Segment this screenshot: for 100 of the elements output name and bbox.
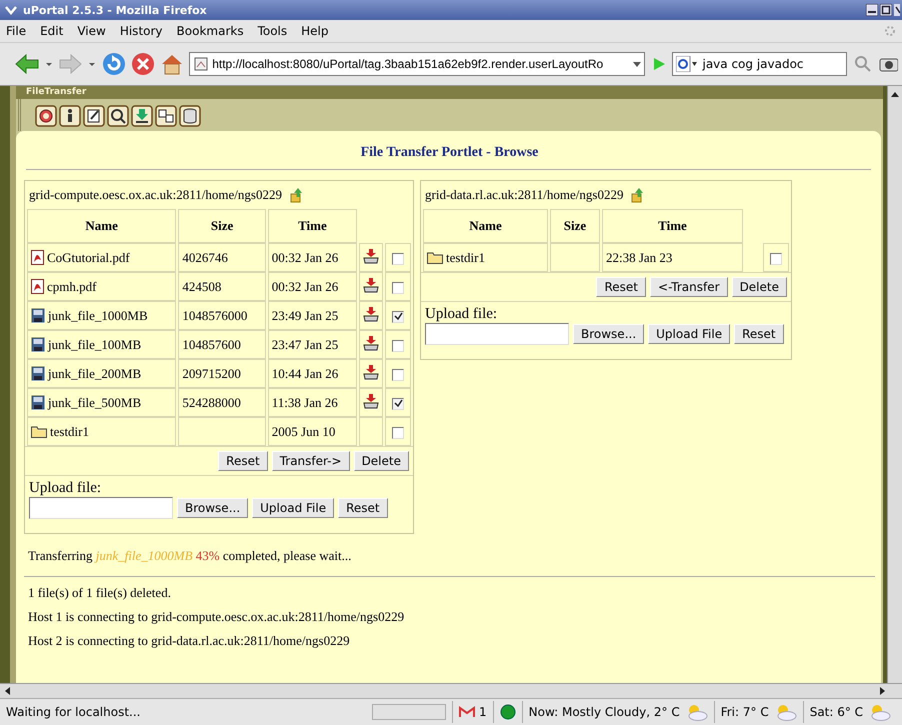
progress-message: Transferring junk_file_1000MB 43% completed, please wait...	[28, 548, 352, 564]
folder-icon	[427, 251, 443, 264]
log-message: Host 2 is connecting to grid-data.rl.ac.uk:2811/home/ngs0229	[28, 633, 351, 649]
menu-item[interactable]: Help	[301, 24, 328, 38]
file-name-cell[interactable]: junk_file_500MB	[27, 388, 176, 417]
time-cell: 00:32 Jan 26	[268, 243, 357, 272]
checkbox[interactable]	[392, 340, 404, 352]
menu-item[interactable]: History	[120, 24, 163, 38]
menu-item[interactable]: Tools	[258, 24, 288, 38]
action-button[interactable]: Transfer->	[272, 451, 350, 471]
size-cell: 424508	[178, 272, 266, 301]
action-button[interactable]: Reset	[218, 451, 268, 471]
menu-item[interactable]: View	[77, 24, 106, 38]
upload-label: Upload file:	[29, 480, 102, 497]
file-name-cell[interactable]: junk_file_1000MB	[27, 301, 176, 330]
action-button[interactable]: <-Transfer	[650, 277, 728, 297]
pdf-icon	[31, 279, 44, 294]
search-engine-icon[interactable]	[676, 56, 698, 72]
floppy-icon	[31, 366, 45, 381]
time-cell: 11:38 Jan 26	[268, 388, 357, 417]
info-icon[interactable]	[59, 105, 81, 127]
camera-icon[interactable]	[878, 56, 898, 72]
upload-button[interactable]: Browse...	[177, 498, 248, 518]
dropdown-icon[interactable]	[88, 60, 96, 68]
action-button[interactable]: Delete	[732, 277, 787, 297]
mail-count: 1	[479, 705, 487, 719]
file-input[interactable]	[425, 323, 569, 345]
file-name-cell[interactable]: CoGtutorial.pdf	[27, 243, 176, 272]
weather-text: Now: Mostly Cloudy, 2° C	[528, 705, 680, 719]
download-icon[interactable]	[363, 276, 379, 292]
log-message: 1 file(s) of 1 file(s) deleted.	[28, 585, 172, 601]
stop-icon[interactable]	[130, 52, 154, 76]
upload-button[interactable]: Browse...	[573, 324, 644, 344]
portlet-heading: File Transfer Portlet - Browse	[360, 145, 540, 161]
minimize-icon[interactable]	[866, 4, 878, 16]
horizontal-scrollbar[interactable]	[0, 683, 902, 698]
database-icon[interactable]	[179, 105, 201, 127]
checkbox[interactable]	[770, 252, 782, 265]
folder-icon	[31, 425, 47, 438]
column-header: Size	[178, 209, 266, 243]
column-header: Time	[268, 209, 357, 243]
size-cell: 104857600	[178, 330, 266, 359]
floppy-icon	[31, 308, 45, 323]
time-cell: 23:47 Jan 25	[268, 330, 357, 359]
maximize-icon[interactable]	[880, 4, 892, 16]
file-name-cell[interactable]: cpmh.pdf	[27, 272, 176, 301]
menu-item[interactable]: Bookmarks	[176, 24, 244, 38]
download-icon[interactable]	[363, 248, 379, 264]
vertical-scrollbar[interactable]	[887, 86, 902, 683]
download-icon[interactable]	[363, 364, 379, 380]
home-icon[interactable]	[160, 52, 184, 76]
menu-item[interactable]: File	[6, 24, 26, 38]
file-name-cell[interactable]: junk_file_200MB	[27, 359, 176, 388]
action-button[interactable]: Reset	[596, 277, 646, 297]
checkbox[interactable]	[392, 310, 404, 323]
upload-button[interactable]: Upload File	[252, 498, 334, 518]
size-cell: 524288000	[178, 388, 266, 417]
file-name-cell[interactable]: junk_file_100MB	[27, 330, 176, 359]
time-cell: 23:49 Jan 25	[268, 301, 357, 330]
host-path: grid-data.rl.ac.uk:2811/home/ngs0229	[425, 187, 624, 203]
download-icon[interactable]	[363, 306, 379, 322]
checkbox[interactable]	[392, 368, 404, 381]
upload-button[interactable]: Reset	[338, 498, 388, 518]
file-name-cell[interactable]: testdir1	[27, 417, 176, 446]
edit-icon[interactable]	[83, 105, 105, 127]
checkbox[interactable]	[392, 282, 404, 294]
lifebuoy-icon[interactable]	[35, 105, 57, 127]
download-icon[interactable]	[363, 392, 379, 408]
file-name-cell[interactable]: testdir1	[423, 243, 548, 272]
scroll-up-icon[interactable]	[890, 90, 900, 98]
download-icon[interactable]	[363, 334, 379, 350]
column-header: Name	[27, 209, 176, 243]
scroll-left-icon[interactable]	[4, 686, 12, 696]
up-folder-icon[interactable]	[631, 187, 646, 203]
upload-button[interactable]: Upload File	[648, 324, 730, 344]
checkbox[interactable]	[392, 252, 404, 265]
close-icon[interactable]	[894, 4, 900, 16]
upload-button[interactable]: Reset	[734, 324, 784, 344]
reload-icon[interactable]	[102, 52, 125, 76]
back-icon[interactable]	[14, 53, 40, 75]
dropdown-icon[interactable]	[45, 60, 53, 68]
menu-item[interactable]: Edit	[40, 24, 64, 38]
size-cell: 1048576000	[178, 301, 266, 330]
up-folder-icon[interactable]	[290, 187, 304, 203]
checkbox[interactable]	[392, 426, 404, 439]
file-input[interactable]	[29, 497, 173, 519]
weather-text: Sat: 6° C	[810, 705, 864, 719]
column-header: Time	[602, 209, 743, 243]
search-field[interactable]: java cog javadoc	[672, 52, 848, 76]
download-icon[interactable]	[131, 105, 153, 127]
address-field[interactable]: http://localhost:8080/uPortal/tag.3baab151a62eb9f2.render.userLayoutRo	[189, 52, 646, 76]
checkbox[interactable]	[392, 398, 404, 410]
action-button[interactable]: Delete	[354, 451, 409, 471]
page-icon	[194, 57, 208, 71]
window-title: uPortal 2.5.3 - Mozilla Firefox	[23, 4, 207, 16]
size-cell: 209715200	[178, 359, 266, 388]
time-cell: 22:38 Jan 23	[602, 243, 743, 272]
zoom-icon[interactable]	[107, 105, 129, 127]
mail-icon[interactable]	[459, 706, 475, 718]
scroll-right-icon[interactable]	[878, 686, 886, 696]
